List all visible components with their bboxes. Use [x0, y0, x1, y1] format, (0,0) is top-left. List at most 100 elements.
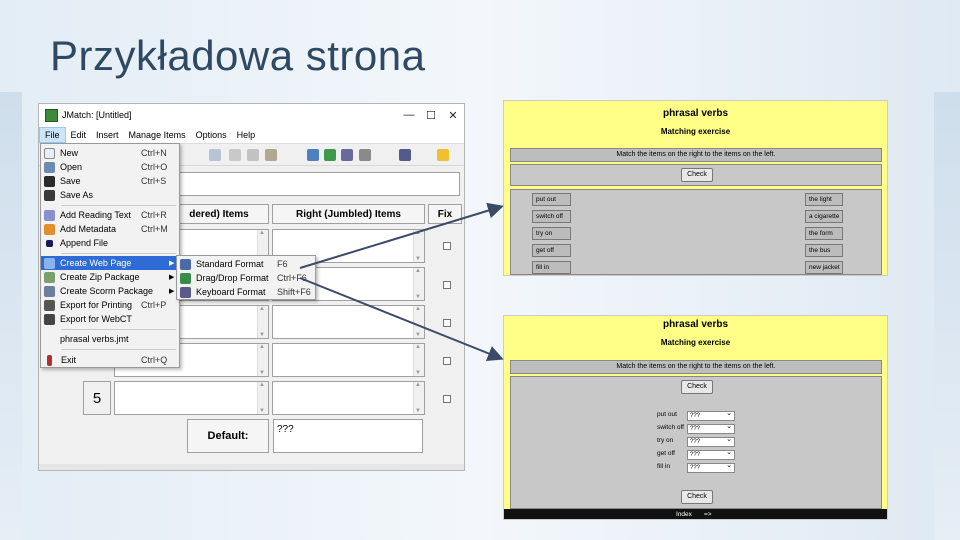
menu-item-recent-file[interactable]: phrasal verbs.jmt: [41, 332, 179, 346]
submenu-keyboard-format[interactable]: Keyboard Format Shift+F6: [177, 285, 315, 299]
menu-item-add-reading-text[interactable]: Add Reading Text Ctrl+R: [41, 208, 179, 222]
row-number-5: 5: [83, 381, 111, 415]
fix-checkbox-3[interactable]: [443, 319, 451, 327]
submenu-label: Standard Format: [196, 259, 264, 269]
window-title: JMatch: [Untitled]: [62, 110, 132, 120]
submenu-label: Keyboard Format: [196, 287, 266, 297]
fix-checkbox-2[interactable]: [443, 281, 451, 289]
scrollbar[interactable]: [257, 382, 268, 414]
answer-dropdown[interactable]: ???: [687, 449, 735, 460]
draggable-tile[interactable]: the light: [805, 193, 843, 206]
toolbar-config-icon[interactable]: [399, 149, 411, 161]
submenu-shortcut: Shift+F6: [277, 287, 311, 297]
check-button[interactable]: Check: [681, 168, 713, 182]
item-label: try on: [657, 437, 674, 444]
index-link[interactable]: Index: [676, 511, 692, 518]
fix-checkbox-5[interactable]: [443, 395, 451, 403]
toolbar-cut-icon[interactable]: [229, 149, 241, 161]
menu-item-label: Append File: [60, 238, 109, 248]
draggable-tile[interactable]: the bus: [805, 244, 843, 257]
scrollbar[interactable]: [257, 344, 268, 376]
scrollbar[interactable]: [257, 306, 268, 338]
jmatch-app-icon: [45, 108, 58, 122]
fix-checkbox-4[interactable]: [443, 357, 451, 365]
menu-item-label: phrasal verbs.jmt: [60, 334, 129, 344]
menu-item-open[interactable]: Open Ctrl+O: [41, 160, 179, 174]
toolbar-zip-icon[interactable]: [359, 149, 371, 161]
menu-item-export-webct[interactable]: Export for WebCT: [41, 312, 179, 326]
menu-edit[interactable]: Edit: [66, 128, 92, 142]
menu-item-save-as[interactable]: Save As: [41, 188, 179, 202]
fix-checkbox-1[interactable]: [443, 242, 451, 250]
menu-item-create-scorm-package[interactable]: Create Scorm Package ▶: [41, 284, 179, 298]
exercise-subtitle: Matching exercise: [660, 127, 731, 136]
menu-options[interactable]: Options: [191, 128, 232, 142]
close-button[interactable]: ✕: [442, 109, 464, 122]
file-menu: New Ctrl+N Open Ctrl+O Save Ctrl+S Save As …: [40, 143, 180, 368]
toolbar-copy-icon[interactable]: [247, 149, 259, 161]
answer-dropdown[interactable]: ???: [687, 423, 735, 434]
check-button-bottom[interactable]: Check: [681, 490, 713, 504]
right-items-header: Right (Jumbled) Items: [272, 204, 425, 224]
fix-header: Fix: [428, 204, 462, 224]
slide-title: Przykładowa strona: [50, 32, 426, 79]
check-button-top[interactable]: Check: [681, 380, 713, 394]
scrollbar[interactable]: [413, 306, 424, 338]
scrollbar[interactable]: [413, 382, 424, 414]
toolbar-undo-icon[interactable]: [209, 149, 221, 161]
check-area: Check: [510, 164, 882, 186]
answer-dropdown[interactable]: ???: [687, 462, 735, 473]
scrollbar[interactable]: [413, 344, 424, 376]
menu-item-exit[interactable]: Exit Ctrl+Q: [41, 353, 179, 367]
metadata-icon: [44, 223, 55, 235]
toolbar-keyboard-icon[interactable]: [341, 149, 353, 161]
scorm-package-icon: [44, 285, 55, 297]
maximize-button[interactable]: ☐: [420, 109, 442, 122]
menu-item-export-printing[interactable]: Export for Printing Ctrl+P: [41, 298, 179, 312]
toolbar-webpage-icon[interactable]: [307, 149, 319, 161]
right-item-3[interactable]: [272, 305, 425, 339]
answer-dropdown[interactable]: ???: [687, 410, 735, 421]
left-item-5[interactable]: [114, 381, 269, 415]
draggable-tile[interactable]: new jacket: [805, 261, 843, 274]
open-folder-icon: [44, 161, 55, 173]
minimize-button[interactable]: —: [398, 109, 420, 121]
dragdrop-format-icon: [180, 272, 191, 284]
toolbar-paste-icon[interactable]: [265, 149, 277, 161]
draggable-tile[interactable]: the form: [805, 227, 843, 240]
menu-manage-items[interactable]: Manage Items: [124, 128, 191, 142]
right-item-5[interactable]: [272, 381, 425, 415]
submenu-standard-format[interactable]: Standard Format F6: [177, 257, 315, 271]
menu-item-label: Create Zip Package: [60, 272, 140, 282]
scrollbar[interactable]: [413, 268, 424, 300]
toolbar-help-icon[interactable]: [437, 149, 449, 161]
default-field[interactable]: ???: [273, 419, 423, 453]
toolbar-dragdrop-icon[interactable]: [324, 149, 336, 161]
scrollbar[interactable]: [413, 230, 424, 262]
menu-item-append-file[interactable]: Append File: [41, 236, 179, 250]
item-label: fill in: [657, 463, 671, 470]
menu-item-create-web-page[interactable]: Create Web Page ▶: [41, 256, 179, 270]
save-as-disk-icon: [44, 189, 55, 201]
menu-item-new[interactable]: New Ctrl+N: [41, 146, 179, 160]
submenu-dragdrop-format[interactable]: Drag/Drop Format Ctrl+F6: [177, 271, 315, 285]
menu-item-add-metadata[interactable]: Add Metadata Ctrl+M: [41, 222, 179, 236]
menu-file[interactable]: File: [39, 126, 66, 143]
draggable-tile[interactable]: a cigarette: [805, 210, 843, 223]
next-link[interactable]: =>: [704, 511, 712, 518]
left-tile: get off: [532, 244, 571, 257]
menu-item-label: Add Reading Text: [60, 210, 131, 220]
left-tile: try on: [532, 227, 571, 240]
default-label: Default:: [187, 419, 269, 453]
menu-bar: File Edit Insert Manage Items Options He…: [39, 126, 464, 144]
menu-insert[interactable]: Insert: [91, 128, 124, 142]
right-item-4[interactable]: [272, 343, 425, 377]
navigation-bar: Index =>: [504, 509, 887, 519]
menu-item-create-zip-package[interactable]: Create Zip Package ▶: [41, 270, 179, 284]
answer-dropdown[interactable]: ???: [687, 436, 735, 447]
menu-help[interactable]: Help: [232, 128, 261, 142]
menu-item-shortcut: Ctrl+Q: [141, 355, 168, 365]
menu-item-shortcut: Ctrl+R: [141, 210, 167, 220]
menu-item-save[interactable]: Save Ctrl+S: [41, 174, 179, 188]
standard-format-icon: [180, 258, 191, 270]
